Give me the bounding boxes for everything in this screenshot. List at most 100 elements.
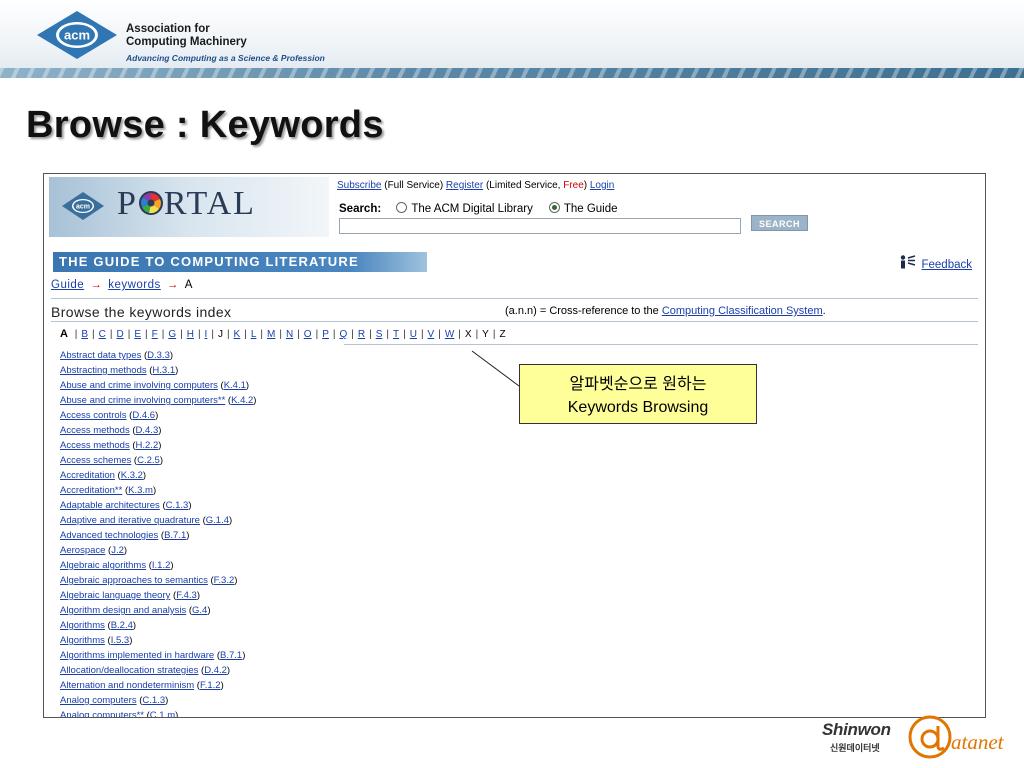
keyword-link[interactable]: Abuse and crime involving computers** xyxy=(60,395,225,406)
letter-s[interactable]: S xyxy=(376,329,383,340)
keyword-code-link[interactable]: K.3.m xyxy=(128,485,153,496)
search-input[interactable] xyxy=(339,218,741,234)
keyword-code-link[interactable]: K.4.2 xyxy=(231,395,253,406)
keyword-link[interactable]: Adaptive and iterative quadrature xyxy=(60,515,200,526)
letter-t[interactable]: T xyxy=(393,329,399,340)
keyword-link[interactable]: Alternation and nondeterminism xyxy=(60,680,194,691)
register-link[interactable]: Register xyxy=(446,180,483,191)
keyword-code-link[interactable]: C.1.3 xyxy=(142,695,165,706)
portal-banner[interactable]: acm P RTAL xyxy=(49,177,329,237)
keyword-link[interactable]: Access controls xyxy=(60,410,127,421)
keyword-code-link[interactable]: F.1.2 xyxy=(200,680,221,691)
subscribe-link[interactable]: Subscribe xyxy=(337,180,381,191)
keyword-link[interactable]: Abstract data types xyxy=(60,350,141,361)
keyword-paren-close: ) xyxy=(132,620,137,631)
keyword-link[interactable]: Algebraic approaches to semantics xyxy=(60,575,208,586)
keyword-link[interactable]: Algebraic algorithms xyxy=(60,560,146,571)
feedback-link[interactable]: Feedback xyxy=(921,259,972,271)
keyword-code-link[interactable]: B.7.1 xyxy=(220,650,242,661)
keyword-code-link[interactable]: D.4.2 xyxy=(204,665,227,676)
keyword-code-link[interactable]: K.3.2 xyxy=(121,470,143,481)
letter-g[interactable]: G xyxy=(168,329,176,340)
keyword-item: Algebraic language theory (F.4.3) xyxy=(60,588,256,603)
letter-separator: | xyxy=(244,329,247,340)
letter-c[interactable]: C xyxy=(99,329,106,340)
keyword-code-link[interactable]: G.4 xyxy=(192,605,207,616)
keyword-link[interactable]: Algorithms implemented in hardware xyxy=(60,650,214,661)
ccs-link[interactable]: Computing Classification System xyxy=(662,305,823,317)
keyword-code-link[interactable]: F.4.3 xyxy=(176,590,197,601)
breadcrumb-keywords[interactable]: keywords xyxy=(108,279,161,291)
keyword-code-link[interactable]: F.3.2 xyxy=(214,575,235,586)
keyword-link[interactable]: Algorithms xyxy=(60,620,105,631)
keyword-link[interactable]: Accreditation xyxy=(60,470,115,481)
keyword-code-link[interactable]: I.1.2 xyxy=(152,560,171,571)
keyword-code-link[interactable]: C.1.3 xyxy=(166,500,189,511)
keyword-code-link[interactable]: B.2.4 xyxy=(111,620,133,631)
keyword-link[interactable]: Aerospace xyxy=(60,545,105,556)
letter-v[interactable]: V xyxy=(428,329,435,340)
keyword-code-link[interactable]: D.3.3 xyxy=(147,350,170,361)
keyword-link[interactable]: Access methods xyxy=(60,440,130,451)
letter-separator: | xyxy=(144,329,148,340)
keyword-code-link[interactable]: C.2.5 xyxy=(137,455,160,466)
acm-header: acm Association for Computing Machinery … xyxy=(0,0,1024,78)
portal-wordmark-left: P xyxy=(117,185,138,222)
letter-i[interactable]: I xyxy=(205,329,208,340)
keyword-code-link[interactable]: C.1.m xyxy=(150,710,175,717)
keyword-link[interactable]: Advanced technologies xyxy=(60,530,158,541)
letter-e[interactable]: E xyxy=(134,329,141,340)
letter-u[interactable]: U xyxy=(410,329,417,340)
keyword-link[interactable]: Access methods xyxy=(60,425,130,436)
keyword-code-link[interactable]: H.2.2 xyxy=(136,440,159,451)
scope-radio-guide[interactable] xyxy=(548,202,560,213)
letter-f[interactable]: F xyxy=(152,329,158,340)
keyword-link[interactable]: Allocation/deallocation strategies xyxy=(60,665,198,676)
feedback-icon[interactable] xyxy=(899,255,917,269)
letter-q[interactable]: Q xyxy=(339,329,347,340)
keyword-code-link[interactable]: B.7.1 xyxy=(164,530,186,541)
keyword-link[interactable]: Abuse and crime involving computers xyxy=(60,380,218,391)
keyword-link[interactable]: Analog computers xyxy=(60,695,137,706)
letter-w[interactable]: W xyxy=(445,329,454,340)
letter-k[interactable]: K xyxy=(234,329,241,340)
xref-suffix: . xyxy=(822,305,826,317)
letter-b[interactable]: B xyxy=(81,329,88,340)
keyword-link[interactable]: Adaptable architectures xyxy=(60,500,160,511)
scope-radio-dl[interactable] xyxy=(396,202,408,213)
keyword-code-link[interactable]: H.3.1 xyxy=(152,365,175,376)
keyword-item: Algorithms (I.5.3) xyxy=(60,633,256,648)
portal-screenshot: acm P RTAL Subscribe (Full Service) Regi… xyxy=(43,173,986,718)
breadcrumb-guide[interactable]: Guide xyxy=(51,279,84,291)
keyword-item: Accreditation** (K.3.m) xyxy=(60,483,256,498)
keyword-code-link[interactable]: I.5.3 xyxy=(111,635,130,646)
keyword-link[interactable]: Analog computers** xyxy=(60,710,144,717)
letter-d[interactable]: D xyxy=(116,329,123,340)
keyword-link[interactable]: Algorithm design and analysis xyxy=(60,605,186,616)
keyword-code-link[interactable]: G.1.4 xyxy=(206,515,229,526)
keyword-code-link[interactable]: D.4.3 xyxy=(136,425,159,436)
letter-l[interactable]: L xyxy=(251,329,257,340)
letter-o[interactable]: O xyxy=(304,329,312,340)
letter-n[interactable]: N xyxy=(286,329,293,340)
keyword-code-link[interactable]: K.4.1 xyxy=(224,380,246,391)
keyword-item: Alternation and nondeterminism (F.1.2) xyxy=(60,678,256,693)
keyword-link[interactable]: Access schemes xyxy=(60,455,131,466)
keyword-code-link[interactable]: D.4.6 xyxy=(132,410,155,421)
letter-h[interactable]: H xyxy=(187,329,194,340)
cross-reference-note: (a.n.n) = Cross-reference to the Computi… xyxy=(505,305,826,317)
keyword-item: Adaptive and iterative quadrature (G.1.4… xyxy=(60,513,256,528)
scope-option-dl[interactable]: The ACM Digital Library xyxy=(396,202,533,215)
keyword-link[interactable]: Abstracting methods xyxy=(60,365,147,376)
letter-m[interactable]: M xyxy=(267,329,275,340)
keyword-link[interactable]: Algebraic language theory xyxy=(60,590,170,601)
search-button[interactable]: SEARCH xyxy=(751,215,808,231)
keyword-link[interactable]: Algorithms xyxy=(60,635,105,646)
scope-option-guide[interactable]: The Guide xyxy=(548,202,618,215)
login-link[interactable]: Login xyxy=(590,180,614,191)
letter-p[interactable]: P xyxy=(322,329,329,340)
keyword-link[interactable]: Accreditation** xyxy=(60,485,122,496)
keyword-paren-close: ) xyxy=(170,560,174,571)
keyword-code-link[interactable]: J.2 xyxy=(111,545,124,556)
letter-r[interactable]: R xyxy=(358,329,365,340)
